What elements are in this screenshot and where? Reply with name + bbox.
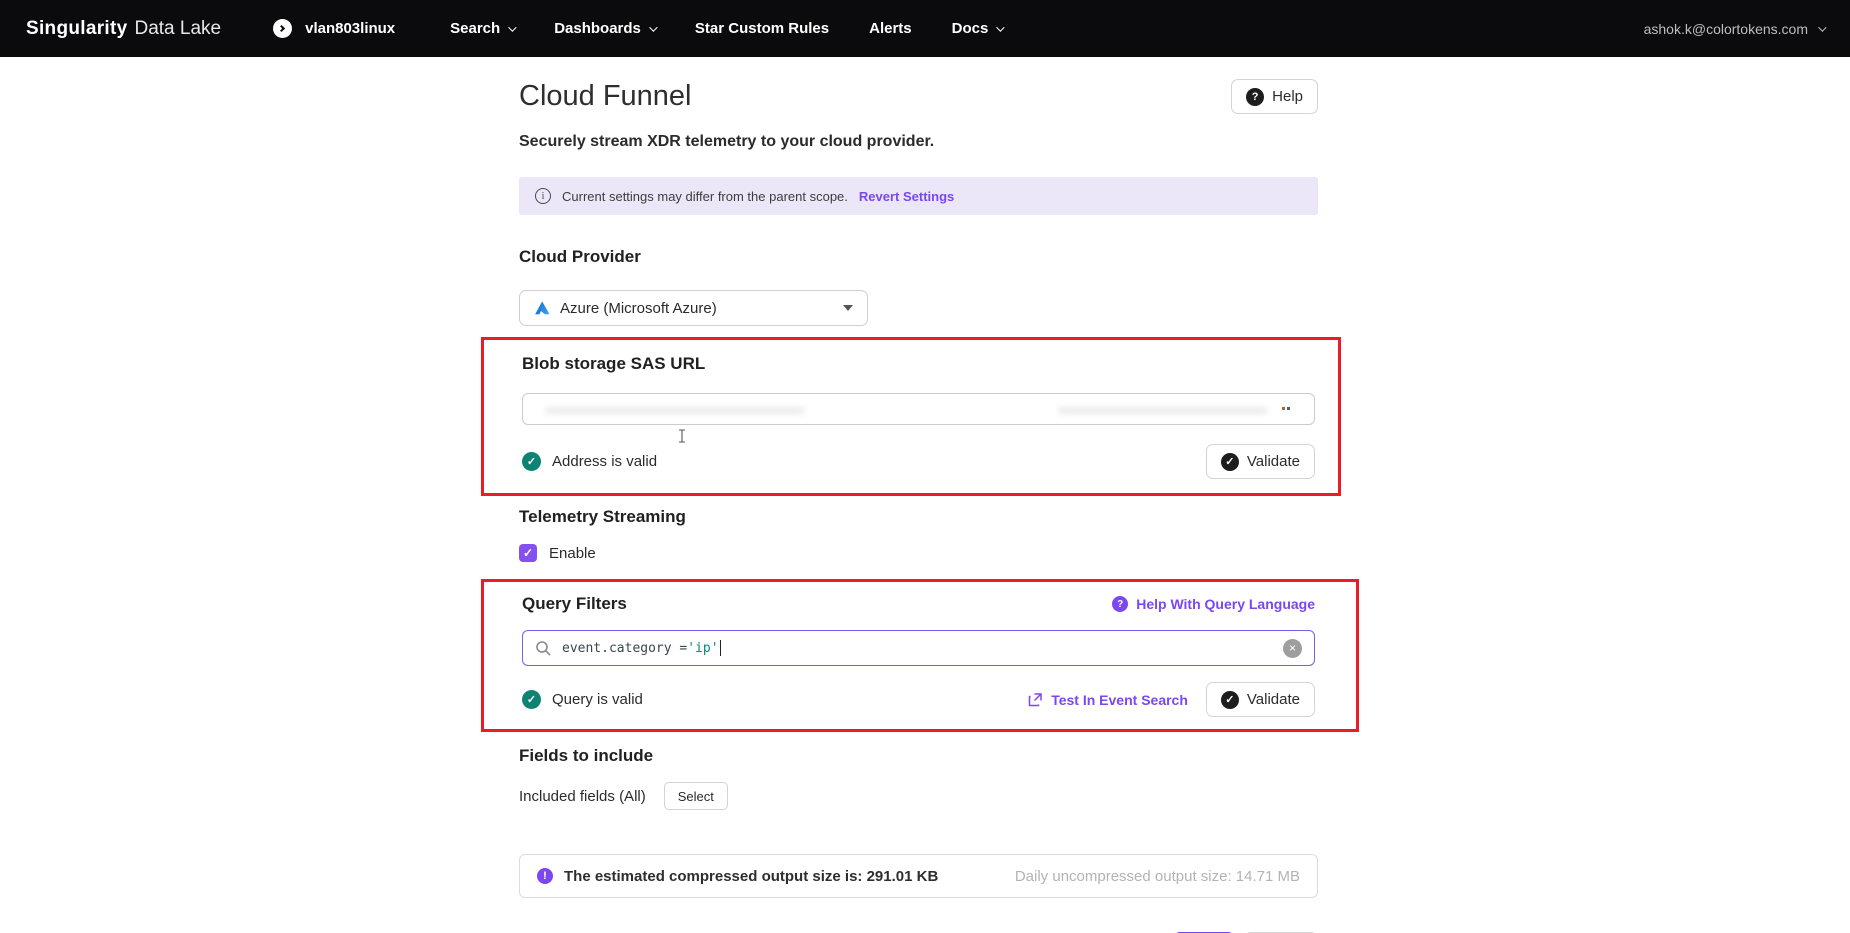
nav-item-label: Docs — [952, 20, 989, 37]
query-filters-highlight-box: Query Filters ? Help With Query Language… — [481, 579, 1359, 732]
chevron-right-circle-icon — [273, 19, 292, 38]
redacted-text — [1058, 407, 1268, 414]
page-title: Cloud Funnel — [519, 80, 692, 113]
nav-item-search[interactable]: Search — [450, 20, 514, 37]
chevron-down-icon — [996, 23, 1004, 31]
banner-text: Current settings may differ from the par… — [562, 189, 848, 204]
sas-validate-button[interactable]: ✓ Validate — [1206, 444, 1315, 479]
query-string-literal: 'ip' — [687, 641, 718, 656]
brand-logo: Singularity Data Lake — [26, 18, 221, 40]
nav-item-label: Star Custom Rules — [695, 20, 829, 37]
redacted-text — [545, 407, 805, 414]
sas-url-highlight-box: Blob storage SAS URL ✓ Address is valid … — [481, 337, 1341, 496]
caret-down-icon — [843, 305, 853, 311]
nav-item-label: Dashboards — [554, 20, 641, 37]
help-button-label: Help — [1272, 88, 1303, 105]
uncompressed-output-size: Daily uncompressed output size: 14.71 MB — [1015, 868, 1300, 885]
enable-telemetry-row[interactable]: ✓ Enable — [519, 544, 1318, 562]
user-menu[interactable]: ashok.k@colortokens.com — [1644, 21, 1824, 37]
sas-url-input[interactable] — [522, 393, 1315, 425]
help-button[interactable]: ? Help — [1231, 79, 1318, 114]
enable-label: Enable — [549, 545, 596, 562]
query-filters-heading: Query Filters — [522, 594, 627, 614]
query-status-text: Query is valid — [552, 691, 1028, 708]
user-email: ashok.k@colortokens.com — [1644, 21, 1808, 37]
nav-item-label: Alerts — [869, 20, 912, 37]
cloud-provider-selected: Azure (Microsoft Azure) — [560, 300, 833, 317]
check-circle-icon: ✓ — [1221, 453, 1239, 471]
query-prefix: event.category = — [562, 641, 687, 656]
validate-label: Validate — [1247, 453, 1300, 470]
azure-logo-icon — [534, 300, 550, 316]
telemetry-streaming-heading: Telemetry Streaming — [519, 507, 1318, 527]
redacted-dots — [1282, 407, 1290, 410]
scope-warning-banner: i Current settings may differ from the p… — [519, 177, 1318, 215]
test-in-event-search-link[interactable]: Test In Event Search — [1028, 692, 1188, 708]
question-circle-icon: ? — [1112, 596, 1128, 612]
nav-item-alerts[interactable]: Alerts — [869, 20, 912, 37]
scope-selector[interactable]: vlan803linux — [273, 19, 395, 38]
question-circle-icon: ? — [1246, 88, 1264, 106]
page-subtitle: Securely stream XDR telemetry to your cl… — [519, 133, 1318, 151]
text-cursor-icon — [677, 429, 687, 443]
select-fields-button[interactable]: Select — [664, 782, 728, 810]
nav-item-star-custom-rules[interactable]: Star Custom Rules — [695, 20, 829, 37]
chevron-down-icon — [1818, 23, 1826, 31]
valid-check-icon: ✓ — [522, 690, 541, 709]
test-link-label: Test In Event Search — [1051, 692, 1188, 708]
sas-status-text: Address is valid — [552, 453, 1206, 470]
cloud-provider-heading: Cloud Provider — [519, 247, 1318, 267]
help-with-query-language-link[interactable]: ? Help With Query Language — [1112, 596, 1315, 612]
revert-settings-link[interactable]: Revert Settings — [859, 189, 954, 204]
search-icon — [535, 640, 552, 657]
included-fields-label: Included fields (All) — [519, 788, 646, 805]
clear-query-icon[interactable]: × — [1283, 639, 1302, 658]
validate-label: Validate — [1247, 691, 1300, 708]
text-caret — [720, 640, 721, 656]
chevron-down-icon — [649, 23, 657, 31]
nav-item-label: Search — [450, 20, 500, 37]
nav-item-dashboards[interactable]: Dashboards — [554, 20, 655, 37]
compressed-output-size: The estimated compressed output size is:… — [564, 868, 938, 885]
info-circle-icon: i — [535, 188, 551, 204]
scope-name: vlan803linux — [305, 20, 395, 37]
query-text: event.category = 'ip' — [562, 640, 1273, 656]
enable-checkbox[interactable]: ✓ — [519, 544, 537, 562]
check-circle-icon: ✓ — [1221, 691, 1239, 709]
chevron-down-icon — [508, 23, 516, 31]
nav-menu: Search Dashboards Star Custom Rules Aler… — [450, 20, 1002, 37]
help-link-label: Help With Query Language — [1136, 596, 1315, 612]
info-exclamation-icon: ! — [537, 868, 553, 884]
query-filter-input[interactable]: event.category = 'ip' × — [522, 630, 1315, 666]
main-content: Cloud Funnel ? Help Securely stream XDR … — [519, 79, 1318, 933]
output-size-estimate-box: ! The estimated compressed output size i… — [519, 854, 1318, 898]
top-navbar: Singularity Data Lake vlan803linux Searc… — [0, 0, 1850, 57]
sas-url-heading: Blob storage SAS URL — [522, 354, 1315, 374]
fields-to-include-heading: Fields to include — [519, 746, 1318, 766]
cloud-provider-dropdown[interactable]: Azure (Microsoft Azure) — [519, 290, 868, 326]
brand-data-lake: Data Lake — [134, 18, 221, 40]
nav-item-docs[interactable]: Docs — [952, 20, 1003, 37]
query-validate-button[interactable]: ✓ Validate — [1206, 682, 1315, 717]
valid-check-icon: ✓ — [522, 452, 541, 471]
brand-singularity: Singularity — [26, 18, 127, 40]
external-link-icon — [1028, 692, 1043, 707]
